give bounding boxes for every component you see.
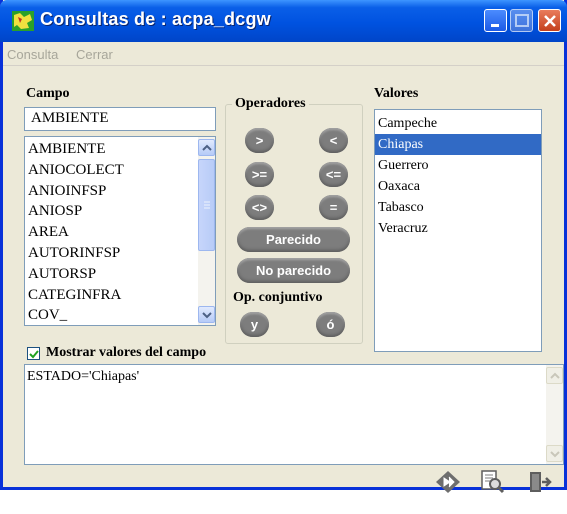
list-item[interactable]: CATEGINFRA xyxy=(25,285,197,306)
zoom-query-icon[interactable] xyxy=(478,469,506,495)
campo-label: Campo xyxy=(26,86,70,101)
list-item[interactable]: AREA xyxy=(25,222,197,243)
menu-cerrar[interactable]: Cerrar xyxy=(76,47,113,62)
exit-icon[interactable] xyxy=(526,469,554,495)
parecido-button[interactable]: Parecido xyxy=(237,227,350,252)
chevron-down-icon xyxy=(202,312,212,319)
window-title: Consultas de : acpa_dcgw xyxy=(40,9,271,29)
op-not-equal-button[interactable]: <> xyxy=(245,195,274,220)
minimize-button[interactable] xyxy=(484,9,507,32)
scroll-thumb[interactable] xyxy=(198,159,215,251)
or-button[interactable]: ó xyxy=(316,312,345,337)
no-parecido-button[interactable]: No parecido xyxy=(237,258,350,283)
scroll-down-button[interactable] xyxy=(198,306,215,323)
list-item[interactable]: Oaxaca xyxy=(375,176,541,197)
chevron-up-icon xyxy=(550,372,560,379)
mostrar-checkbox[interactable] xyxy=(27,347,40,360)
campo-field[interactable]: AMBIENTE xyxy=(24,107,216,131)
list-item[interactable]: AUTORINFSP xyxy=(25,243,197,264)
menu-consulta[interactable]: Consulta xyxy=(7,47,58,62)
minimize-icon xyxy=(491,24,499,27)
query-text: ESTADO='Chiapas' xyxy=(27,369,140,384)
close-button[interactable] xyxy=(538,9,561,32)
title-bar[interactable]: Consultas de : acpa_dcgw xyxy=(0,0,567,42)
chevron-up-icon xyxy=(202,144,212,151)
list-item[interactable]: ANIOCOLECT xyxy=(25,160,197,181)
list-item[interactable]: AMBIENTE xyxy=(25,139,197,160)
maximize-icon xyxy=(515,14,529,27)
menu-bar: Consulta Cerrar xyxy=(3,42,564,66)
list-item[interactable]: Campeche xyxy=(375,113,541,134)
mostrar-label[interactable]: Mostrar valores del campo xyxy=(46,345,206,361)
run-query-icon[interactable] xyxy=(434,469,462,495)
list-item[interactable]: COV_ xyxy=(25,305,197,325)
list-item[interactable]: AUTORSP xyxy=(25,264,197,285)
list-item[interactable]: Tabasco xyxy=(375,197,541,218)
list-item[interactable]: Guerrero xyxy=(375,155,541,176)
and-button[interactable]: y xyxy=(240,312,269,337)
query-textarea[interactable]: ESTADO='Chiapas' xyxy=(24,364,564,465)
op-less-button[interactable]: < xyxy=(319,128,348,153)
op-equal-button[interactable]: = xyxy=(319,195,348,220)
list-item-selected[interactable]: Chiapas xyxy=(375,134,541,155)
list-item[interactable]: ANIOSP xyxy=(25,201,197,222)
scroll-up-button[interactable] xyxy=(198,139,215,156)
scroll-up-button xyxy=(546,367,563,384)
op-greater-button[interactable]: > xyxy=(245,128,274,153)
campo-scrollbar[interactable] xyxy=(198,137,215,325)
scroll-down-button xyxy=(546,445,563,462)
operadores-label: Operadores xyxy=(232,96,309,112)
checkmark-icon xyxy=(29,350,39,359)
list-item[interactable]: ANIOINFSP xyxy=(25,181,197,202)
op-less-equal-button[interactable]: <= xyxy=(319,162,348,187)
map-app-icon xyxy=(12,11,34,31)
op-conjuntivo-label: Op. conjuntivo xyxy=(233,290,323,305)
valores-label: Valores xyxy=(374,86,419,101)
grip-icon xyxy=(204,201,210,209)
query-scrollbar xyxy=(546,365,563,464)
campo-list[interactable]: AMBIENTE ANIOCOLECT ANIOINFSP ANIOSP ARE… xyxy=(24,136,216,326)
chevron-down-icon xyxy=(550,451,560,458)
valores-list[interactable]: Campeche Chiapas Guerrero Oaxaca Tabasco… xyxy=(374,109,542,352)
list-item[interactable]: Veracruz xyxy=(375,218,541,239)
op-greater-equal-button[interactable]: >= xyxy=(245,162,274,187)
maximize-button[interactable] xyxy=(510,9,533,32)
query-window: Consultas de : acpa_dcgw Consulta Cerrar… xyxy=(0,0,567,514)
close-icon xyxy=(544,15,556,27)
